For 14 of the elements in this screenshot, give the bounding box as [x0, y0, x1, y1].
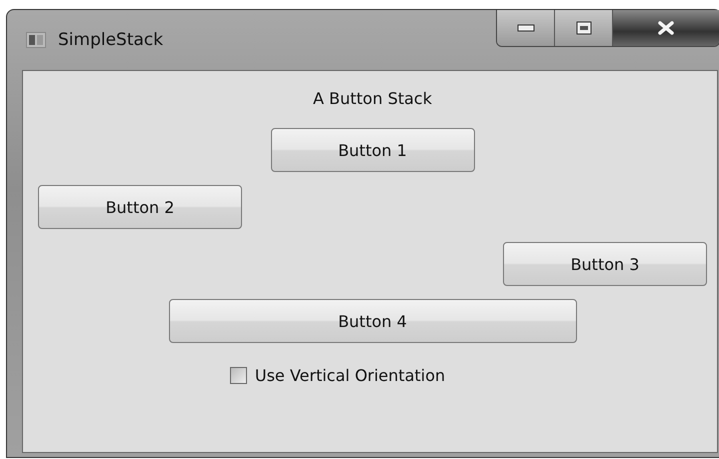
push-button[interactable]: Button 2 — [38, 185, 242, 229]
window-title: SimpleStack — [58, 30, 164, 50]
checkbox[interactable] — [230, 367, 247, 384]
push-button[interactable]: Button 1 — [270, 128, 474, 172]
close-icon — [657, 21, 675, 35]
window-icon — [26, 32, 46, 48]
maximize-button[interactable] — [555, 10, 613, 46]
push-button[interactable]: Button 3 — [503, 242, 707, 286]
close-button[interactable] — [613, 10, 719, 46]
push-button[interactable]: Button 4 — [168, 299, 576, 343]
heading-label: A Button Stack — [312, 89, 432, 108]
minimize-button[interactable] — [497, 10, 555, 46]
minimize-icon — [516, 24, 534, 32]
maximize-icon — [576, 21, 592, 35]
